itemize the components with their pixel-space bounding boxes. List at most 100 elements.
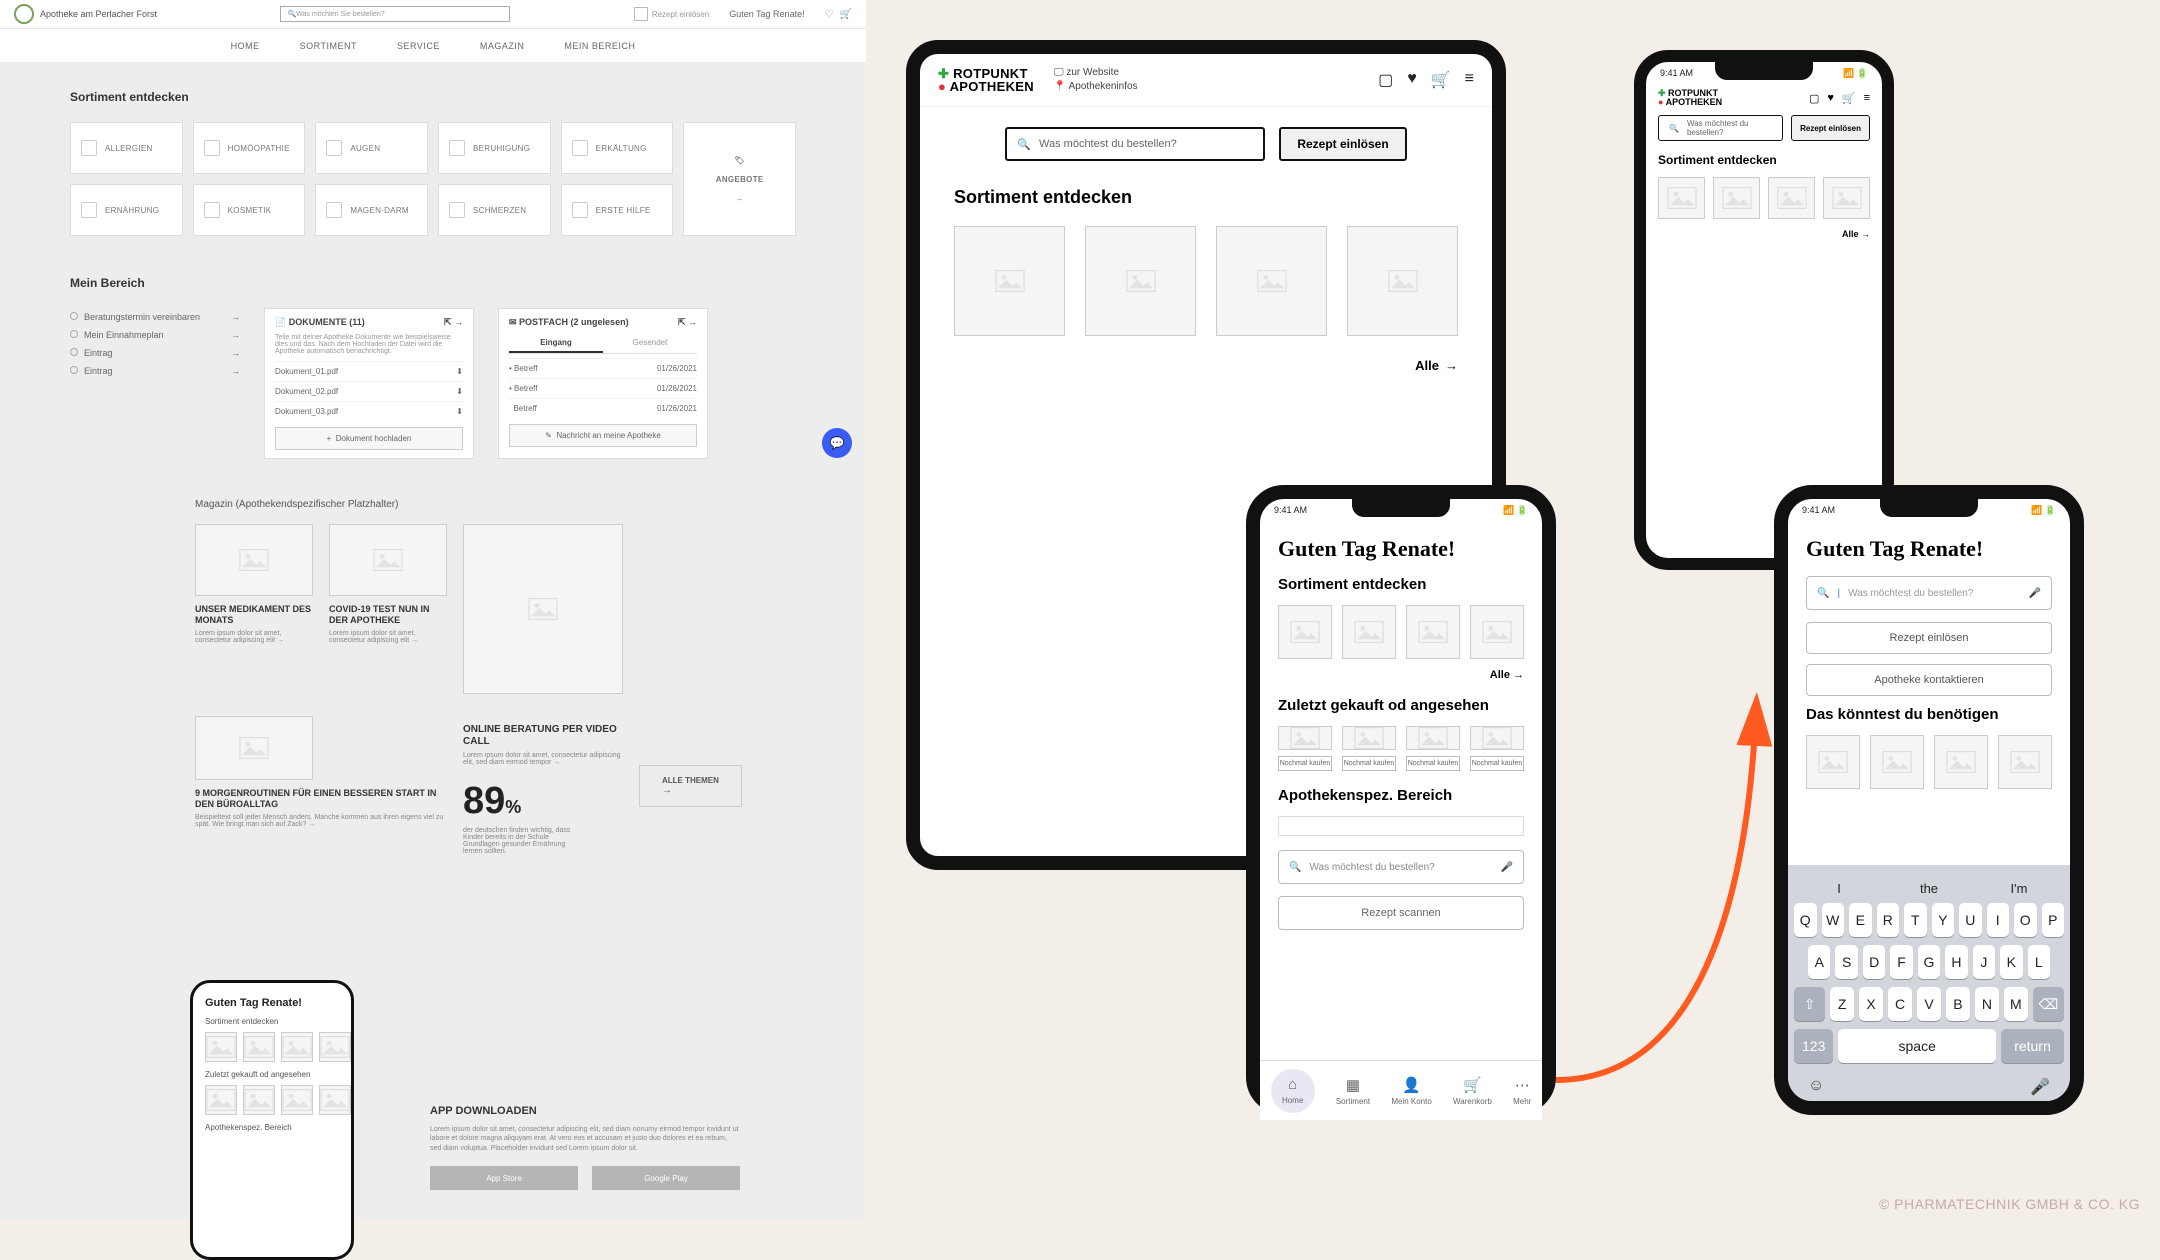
contact-button[interactable]: Apotheke kontaktieren	[1806, 664, 2052, 696]
cart-icon[interactable]: 🛒	[1842, 92, 1856, 105]
appstore-button[interactable]: App Store	[430, 1166, 578, 1190]
category-tile[interactable]	[1278, 605, 1332, 659]
category-tile[interactable]	[1085, 226, 1196, 336]
expand-icon[interactable]: ⇱ →	[678, 317, 697, 328]
suggestion[interactable]: the	[1884, 881, 1974, 896]
tab-inbox[interactable]: Eingang	[509, 334, 603, 353]
category-card[interactable]: ERSTE HILFE	[561, 184, 674, 236]
all-topics-button[interactable]: ALLE THEMEN→	[639, 765, 742, 807]
category-card[interactable]: HOMÖOPATHIE	[193, 122, 306, 174]
key[interactable]: H	[1945, 945, 1967, 979]
key[interactable]: O	[2014, 903, 2037, 937]
link-website[interactable]: 🖵 zur Website	[1054, 66, 1138, 80]
mail-row[interactable]: Betreff01/26/2021	[509, 398, 697, 418]
recipe-button[interactable]: Rezept einlösen	[1806, 622, 2052, 654]
key[interactable]: T	[1904, 903, 1927, 937]
nav-more[interactable]: ⋯Mehr	[1513, 1076, 1531, 1106]
download-icon[interactable]: ⬇	[456, 387, 463, 396]
category-tile[interactable]	[1713, 177, 1760, 219]
recipe-button[interactable]: Rezept einlösen	[1791, 115, 1870, 141]
chat-fab[interactable]: 💬	[822, 428, 852, 458]
key[interactable]: ⇧	[1794, 987, 1825, 1021]
key[interactable]: R	[1877, 903, 1900, 937]
tab-sent[interactable]: Gesendet	[603, 334, 697, 353]
cart-icon[interactable]: 🛒	[1431, 70, 1451, 90]
key[interactable]: M	[2004, 987, 2028, 1021]
key-return[interactable]: return	[2001, 1029, 2064, 1063]
category-tile[interactable]	[1347, 226, 1458, 336]
search-input[interactable]: 🔍Was möchten Sie bestellen?	[280, 6, 510, 22]
document-row[interactable]: Dokument_01.pdf⬇	[275, 361, 463, 381]
nav-item[interactable]: MAGAZIN	[480, 41, 525, 51]
menu-icon[interactable]: ≡	[1465, 70, 1474, 90]
view-all-link[interactable]: Alle →	[1658, 229, 1870, 239]
menu-icon[interactable]: ≡	[1864, 92, 1870, 105]
logo[interactable]: ROTPUNKTAPOTHEKEN	[1658, 89, 1722, 107]
product-tile[interactable]: Nochmal kaufen	[1342, 726, 1396, 771]
category-tile[interactable]	[1406, 605, 1460, 659]
category-card[interactable]: ERNÄHRUNG	[70, 184, 183, 236]
key[interactable]: I	[1987, 903, 2010, 937]
nav-cart[interactable]: 🛒Warenkorb	[1453, 1076, 1492, 1106]
key[interactable]: S	[1835, 945, 1857, 979]
recipe-button[interactable]: Rezept einlösen	[634, 7, 709, 21]
category-card[interactable]: KOSMETIK	[193, 184, 306, 236]
account-icon[interactable]: ▢	[1378, 70, 1393, 90]
list-item[interactable]: Eintrag→	[70, 344, 240, 362]
download-icon[interactable]: ⬇	[456, 367, 463, 376]
document-row[interactable]: Dokument_03.pdf⬇	[275, 401, 463, 421]
key-space[interactable]: space	[1838, 1029, 1996, 1063]
search-input[interactable]: 🔍|Was möchtest du bestellen?🎤	[1806, 576, 2052, 610]
product-tile[interactable]: Nochmal kaufen	[1470, 726, 1524, 771]
logo[interactable]: ROTPUNKTAPOTHEKEN	[938, 67, 1034, 93]
category-tile[interactable]	[1470, 605, 1524, 659]
search-input[interactable]: 🔍Was möchtest du bestellen?	[1658, 115, 1783, 141]
account-icon[interactable]: ▢	[1809, 92, 1819, 105]
key[interactable]: Y	[1932, 903, 1955, 937]
product-tile[interactable]	[1934, 735, 1988, 789]
mic-icon[interactable]: 🎤	[1501, 862, 1513, 873]
key[interactable]: J	[1973, 945, 1995, 979]
emoji-icon[interactable]: ☺	[1808, 1077, 1824, 1097]
list-item[interactable]: Mein Einnahmeplan→	[70, 326, 240, 344]
category-tile[interactable]	[1823, 177, 1870, 219]
product-tile[interactable]: Nochmal kaufen	[1278, 726, 1332, 771]
scan-button[interactable]: Rezept scannen	[1278, 896, 1524, 930]
category-card[interactable]: ERKÄLTUNG	[561, 122, 674, 174]
nav-item[interactable]: SERVICE	[397, 41, 440, 51]
recipe-button[interactable]: Rezept einlösen	[1279, 127, 1406, 161]
list-item[interactable]: Eintrag→	[70, 362, 240, 380]
key[interactable]: D	[1863, 945, 1885, 979]
view-all-link[interactable]: Alle→	[954, 358, 1458, 373]
nav-item[interactable]: MEIN BEREICH	[564, 41, 635, 51]
key-numbers[interactable]: 123	[1794, 1029, 1833, 1063]
cart-icon[interactable]: 🛒	[840, 9, 852, 20]
magazine-item[interactable]: UNSER MEDIKAMENT DES MONATSLorem ipsum d…	[195, 524, 313, 694]
key[interactable]: B	[1946, 987, 1970, 1021]
playstore-button[interactable]: Google Play	[592, 1166, 740, 1190]
key[interactable]: ⌫	[2033, 987, 2064, 1021]
nav-item[interactable]: HOME	[231, 41, 260, 51]
key[interactable]: E	[1849, 903, 1872, 937]
heart-icon[interactable]: ♥	[1407, 70, 1417, 90]
key[interactable]: P	[2042, 903, 2065, 937]
product-tile[interactable]	[1870, 735, 1924, 789]
key[interactable]: V	[1917, 987, 1941, 1021]
key[interactable]: U	[1959, 903, 1982, 937]
offers-card[interactable]: 🏷ANGEBOTE→	[683, 122, 796, 236]
key[interactable]: C	[1888, 987, 1912, 1021]
key[interactable]: W	[1822, 903, 1845, 937]
nav-home[interactable]: ⌂Home	[1271, 1069, 1315, 1113]
mail-row[interactable]: • Betreff01/26/2021	[509, 378, 697, 398]
key[interactable]: N	[1975, 987, 1999, 1021]
product-tile[interactable]	[1806, 735, 1860, 789]
suggestion[interactable]: I	[1794, 881, 1884, 896]
category-tile[interactable]	[1658, 177, 1705, 219]
link-info[interactable]: 📍 Apothekeninfos	[1054, 80, 1138, 94]
key[interactable]: K	[2000, 945, 2022, 979]
category-card[interactable]: ALLERGIEN	[70, 122, 183, 174]
list-item[interactable]: Beratungstermin vereinbaren→	[70, 308, 240, 326]
mail-row[interactable]: • Betreff01/26/2021	[509, 358, 697, 378]
search-input[interactable]: 🔍Was möchtest du bestellen?	[1005, 127, 1265, 161]
nav-item[interactable]: SORTIMENT	[300, 41, 357, 51]
